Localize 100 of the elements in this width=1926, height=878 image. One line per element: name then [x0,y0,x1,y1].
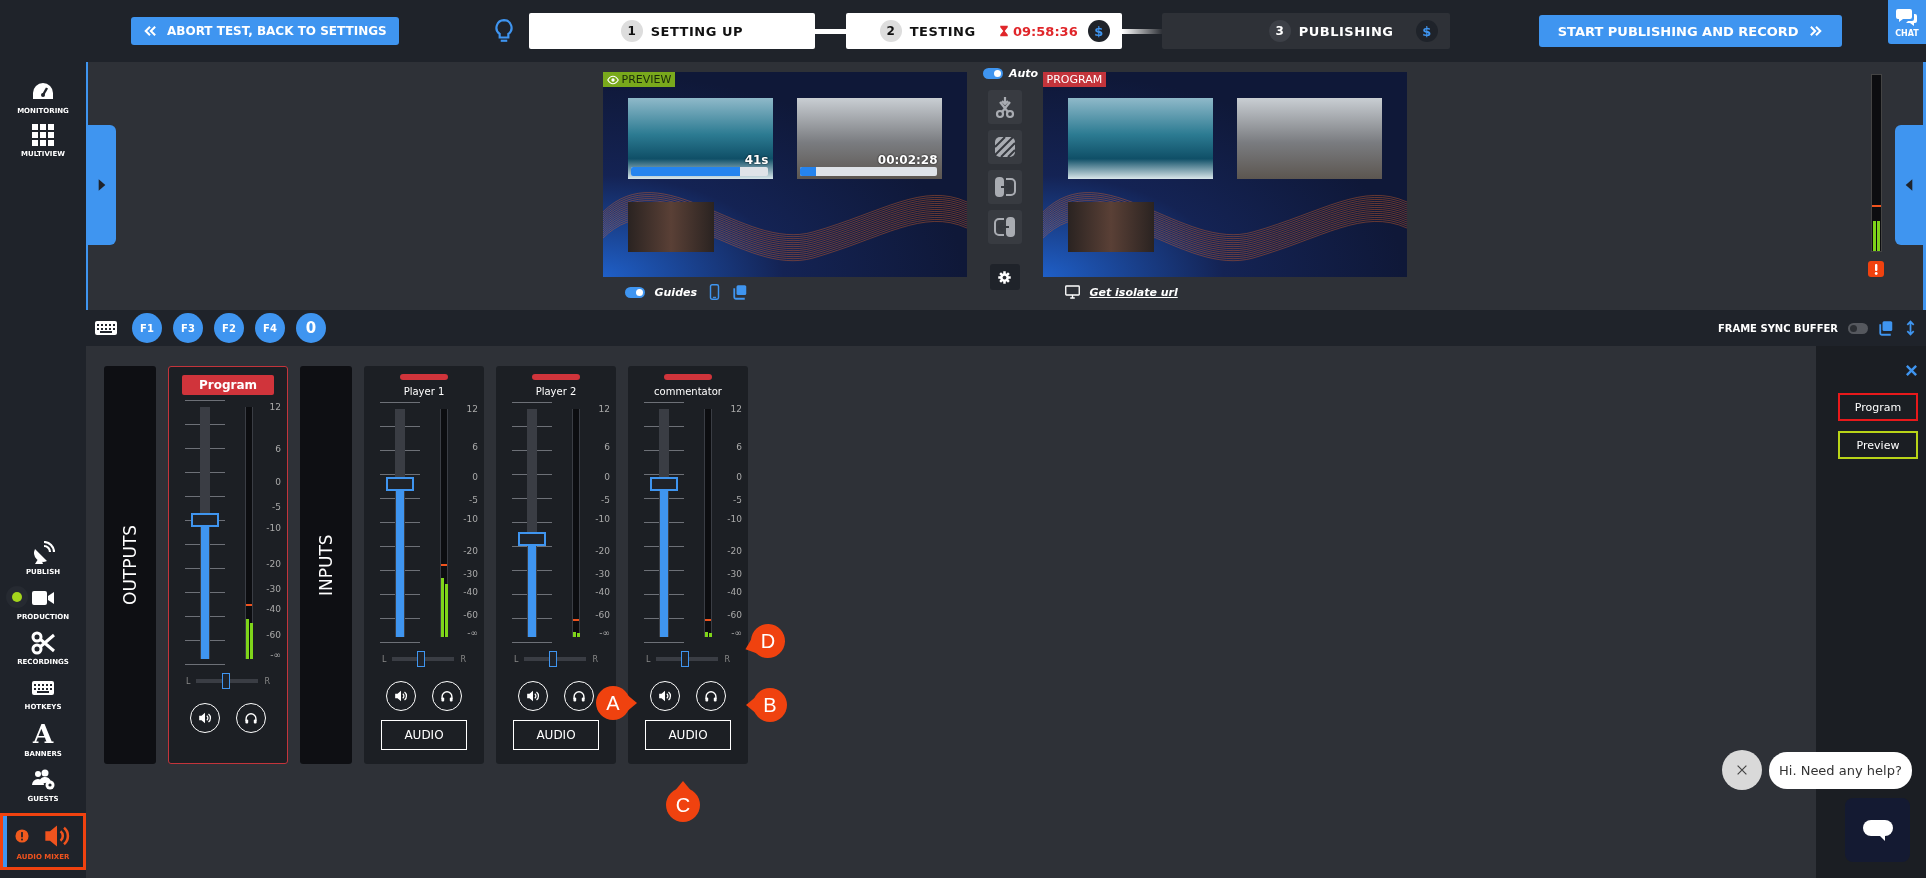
scale-label: 6 [275,443,281,454]
hourglass-icon [998,24,1011,38]
scale-label: -30 [727,569,742,580]
scale-label: -40 [727,586,742,597]
bus-button[interactable]: Program [1838,393,1918,421]
fader-handle[interactable] [191,513,219,528]
channel-title: commentator [654,386,722,397]
channel-title: Player 2 [535,386,577,397]
scale-label: -10 [266,523,281,534]
auto-label: Auto [1008,66,1039,80]
audio-button[interactable]: AUDIO [645,720,731,750]
scale-label: -30 [595,569,610,580]
enter-left-icon [992,215,1017,239]
satellite-dish-icon [31,541,55,565]
step-number: 2 [879,20,902,42]
headphones-icon [572,689,586,703]
close-icon[interactable] [1905,364,1918,377]
scale-label: 12 [730,404,742,414]
scale-label: -60 [595,609,610,620]
chat-message-bubble: Hi. Need any help? [1769,751,1912,789]
channel-title: Player 1 [403,386,445,397]
transition-button[interactable] [987,130,1022,164]
step-tab[interactable]: 3 PUBLISHING $ [1161,13,1450,49]
pan-right-label: R [592,654,598,664]
guides-label: Guides [654,285,697,299]
chat-launcher-button[interactable] [1845,798,1910,862]
fader-handle[interactable] [650,477,678,492]
program-badge: PROGRAM [1042,72,1107,87]
headphones-icon [440,689,454,703]
headphones-icon [704,689,718,703]
scale-label: -20 [463,546,478,557]
scale-label: -10 [595,513,610,524]
copy-icon[interactable] [732,284,747,300]
scale-label: 12 [466,404,478,414]
scale-label: 6 [736,441,742,452]
scale-label: -40 [266,604,281,615]
copy-icon[interactable] [1878,320,1893,336]
scale-label: -5 [272,502,281,513]
enter-right-icon [992,175,1017,199]
frame-sync-label: FRAME SYNC BUFFER [1717,322,1838,334]
auto-toggle[interactable] [982,67,1003,79]
pan-right-label: R [460,654,466,664]
scale-label: -20 [595,546,610,557]
audio-button[interactable]: AUDIO [381,720,467,750]
step-tab[interactable]: 2 TESTING 09:58:36 $ [845,13,1122,49]
countdown-timer: 09:58:36 [1013,23,1078,39]
bus-button[interactable]: Preview [1838,431,1918,459]
scale-label: 0 [472,471,478,482]
triangle-left-icon [1904,178,1914,192]
scale-label: 6 [604,441,610,452]
speaker-icon [198,711,212,725]
settings-button[interactable] [989,264,1020,290]
people-gear-icon [31,768,55,792]
scale-label: -20 [727,546,742,557]
scale-label: 12 [269,402,281,412]
clip-time: 41s [744,153,769,167]
scale-label: -∞ [270,649,281,660]
mobile-phone-icon[interactable] [707,284,722,300]
price-badge: $ [1415,20,1438,42]
pan-right-label: R [724,654,730,664]
scale-label: -10 [463,513,478,524]
step-tab[interactable]: 1 SETTING UP [528,13,815,49]
tally-bar [400,374,448,380]
inputs-label: INPUTS [300,366,352,764]
pan-handle[interactable] [549,651,558,667]
scale-label: -∞ [599,628,610,639]
transition-button[interactable] [987,170,1022,204]
scissors-icon [31,631,55,655]
scale-label: -5 [469,494,478,505]
pan-handle[interactable] [417,651,426,667]
step-label: PUBLISHING [1298,23,1394,39]
pan-left-label: L [646,654,651,664]
pan-left-label: L [186,676,191,686]
speaker-icon [526,689,540,703]
close-icon [1735,763,1749,777]
audio-button[interactable]: AUDIO [513,720,599,750]
scale-label: 6 [472,441,478,452]
frame-sync-toggle[interactable] [1848,322,1868,334]
scale-label: -60 [266,629,281,640]
scale-label: 0 [736,471,742,482]
transition-button[interactable] [987,210,1022,244]
guides-toggle[interactable] [624,286,645,298]
settings-icon [997,269,1012,285]
isolate-url-link[interactable]: Get isolate url [1089,285,1178,299]
grid-icon [31,123,55,147]
outputs-label: OUTPUTS [104,366,156,764]
pan-left-label: L [514,654,519,664]
scale-label: -60 [727,609,742,620]
transition-button[interactable] [987,90,1022,124]
scale-label: -10 [727,513,742,524]
fader-handle[interactable] [518,531,546,546]
striped-square-icon [992,135,1017,159]
eye-icon [606,73,619,86]
step-label: TESTING [909,23,976,39]
pan-handle[interactable] [681,651,690,667]
monitor-icon [1064,284,1080,300]
pan-handle[interactable] [221,673,230,689]
channel-title: Program [182,375,274,395]
scale-label: -40 [595,586,610,597]
fader-handle[interactable] [386,477,414,492]
